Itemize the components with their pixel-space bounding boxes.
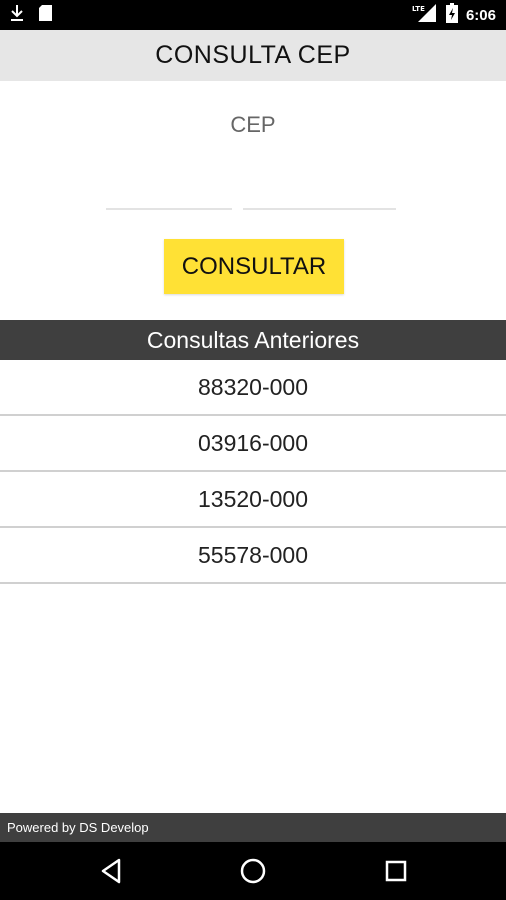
- history-header: Consultas Anteriores: [0, 320, 506, 360]
- home-icon[interactable]: [238, 856, 268, 886]
- status-bar: LTE 6:06: [0, 0, 506, 30]
- history-item[interactable]: 13520-000: [0, 472, 506, 528]
- status-time: 6:06: [465, 6, 496, 24]
- lte-signal-icon: LTE: [412, 3, 438, 28]
- recents-icon[interactable]: [381, 856, 411, 886]
- battery-icon: [445, 2, 458, 28]
- page-title: CONSULTA CEP: [155, 41, 351, 69]
- cep-label: CEP: [230, 112, 276, 137]
- app-bar: CONSULTA CEP: [0, 30, 506, 81]
- history-item[interactable]: 03916-000: [0, 416, 506, 472]
- download-icon: [10, 4, 24, 27]
- sd-card-icon: [38, 4, 53, 27]
- footer-text: Powered by DS Develop: [7, 820, 149, 835]
- cep-prefix-input[interactable]: [106, 180, 232, 210]
- history-item[interactable]: 88320-000: [0, 360, 506, 416]
- navigation-bar: [0, 842, 506, 900]
- back-icon[interactable]: [96, 856, 126, 886]
- consult-button[interactable]: CONSULTAR: [164, 239, 344, 294]
- history-list: 88320-000 03916-000 13520-000 55578-000: [0, 360, 506, 584]
- cep-suffix-input[interactable]: [243, 180, 396, 210]
- footer: Powered by DS Develop: [0, 813, 506, 842]
- svg-text:LTE: LTE: [412, 5, 425, 13]
- history-item[interactable]: 55578-000: [0, 528, 506, 584]
